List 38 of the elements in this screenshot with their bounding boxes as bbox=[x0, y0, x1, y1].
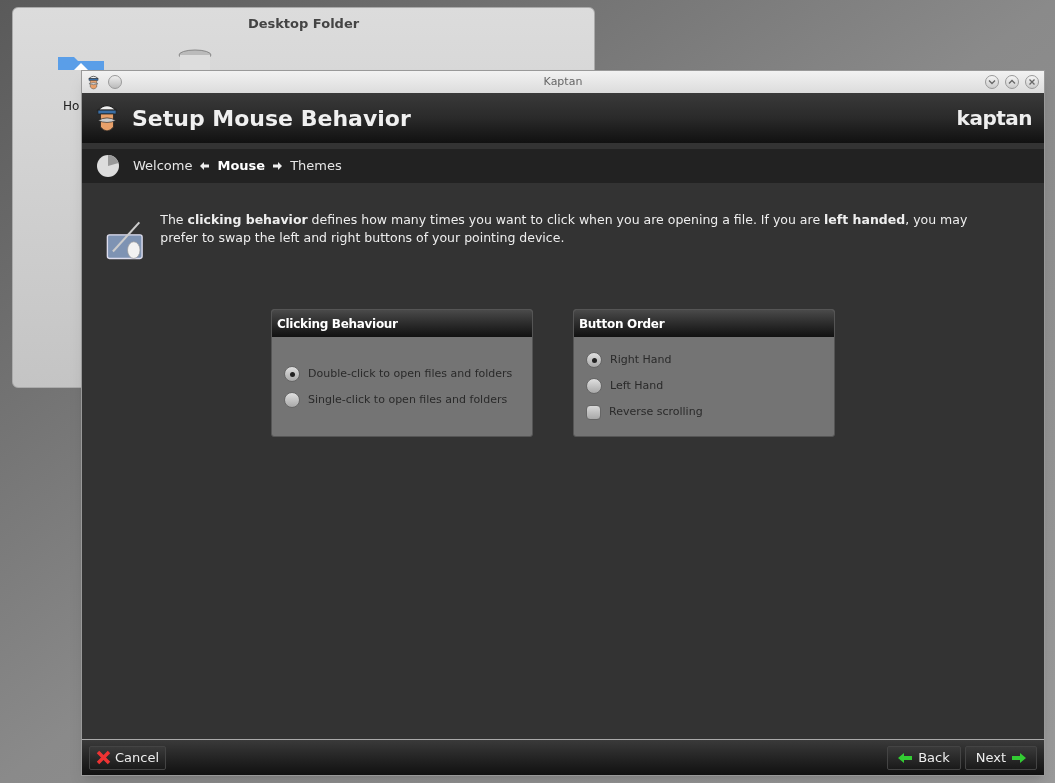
radio-button[interactable] bbox=[586, 378, 602, 394]
left-arrow-icon bbox=[200, 162, 210, 170]
right-arrow-icon bbox=[1012, 752, 1026, 763]
captain-icon bbox=[87, 73, 100, 91]
cancel-button[interactable]: Cancel bbox=[89, 745, 167, 770]
group-title: Button Order bbox=[579, 315, 665, 333]
radio-button[interactable] bbox=[284, 366, 300, 382]
step-label: Welcome bbox=[133, 157, 193, 176]
option-label: Right Hand bbox=[610, 351, 672, 368]
radio-button[interactable] bbox=[586, 352, 602, 368]
next-button[interactable]: Next bbox=[964, 745, 1037, 770]
page-heading: Setup Mouse Behavior bbox=[132, 104, 411, 133]
chevron-up-icon bbox=[1008, 78, 1016, 86]
group-title: Clicking Behaviour bbox=[277, 315, 398, 333]
checkbox[interactable] bbox=[586, 404, 601, 420]
option-label: Left Hand bbox=[610, 377, 664, 394]
window-title: Kaptan bbox=[543, 73, 583, 90]
brand-logo: kaptan bbox=[956, 105, 1032, 132]
option-label: Single-click to open files and folders bbox=[308, 391, 508, 408]
folder-label: Ho bbox=[63, 98, 80, 115]
folder-title: Desktop Folder bbox=[247, 15, 360, 33]
step-label: Mouse bbox=[217, 157, 266, 176]
close-icon bbox=[1028, 78, 1036, 86]
menu-button[interactable] bbox=[108, 75, 122, 89]
right-arrow-icon bbox=[273, 162, 283, 170]
left-arrow-icon bbox=[898, 752, 913, 763]
close-button[interactable] bbox=[1025, 75, 1039, 89]
intro-text: The clicking behavior defines how many times you want to click when you are opening a file. If you are left handed, you may prefer to swap the left and right buttons of your pointing device. bbox=[160, 211, 969, 247]
step-label: Themes bbox=[290, 157, 342, 176]
option-label: Reverse scrolling bbox=[609, 403, 703, 420]
radio-button[interactable] bbox=[284, 392, 300, 408]
chevron-down-icon bbox=[988, 78, 996, 86]
close-icon bbox=[96, 750, 111, 765]
maximize-button[interactable] bbox=[1005, 75, 1019, 89]
minimize-button[interactable] bbox=[985, 75, 999, 89]
option-label: Double-click to open files and folders bbox=[308, 365, 513, 382]
progress-pie-icon bbox=[96, 154, 120, 178]
back-button[interactable]: Back bbox=[887, 745, 961, 770]
